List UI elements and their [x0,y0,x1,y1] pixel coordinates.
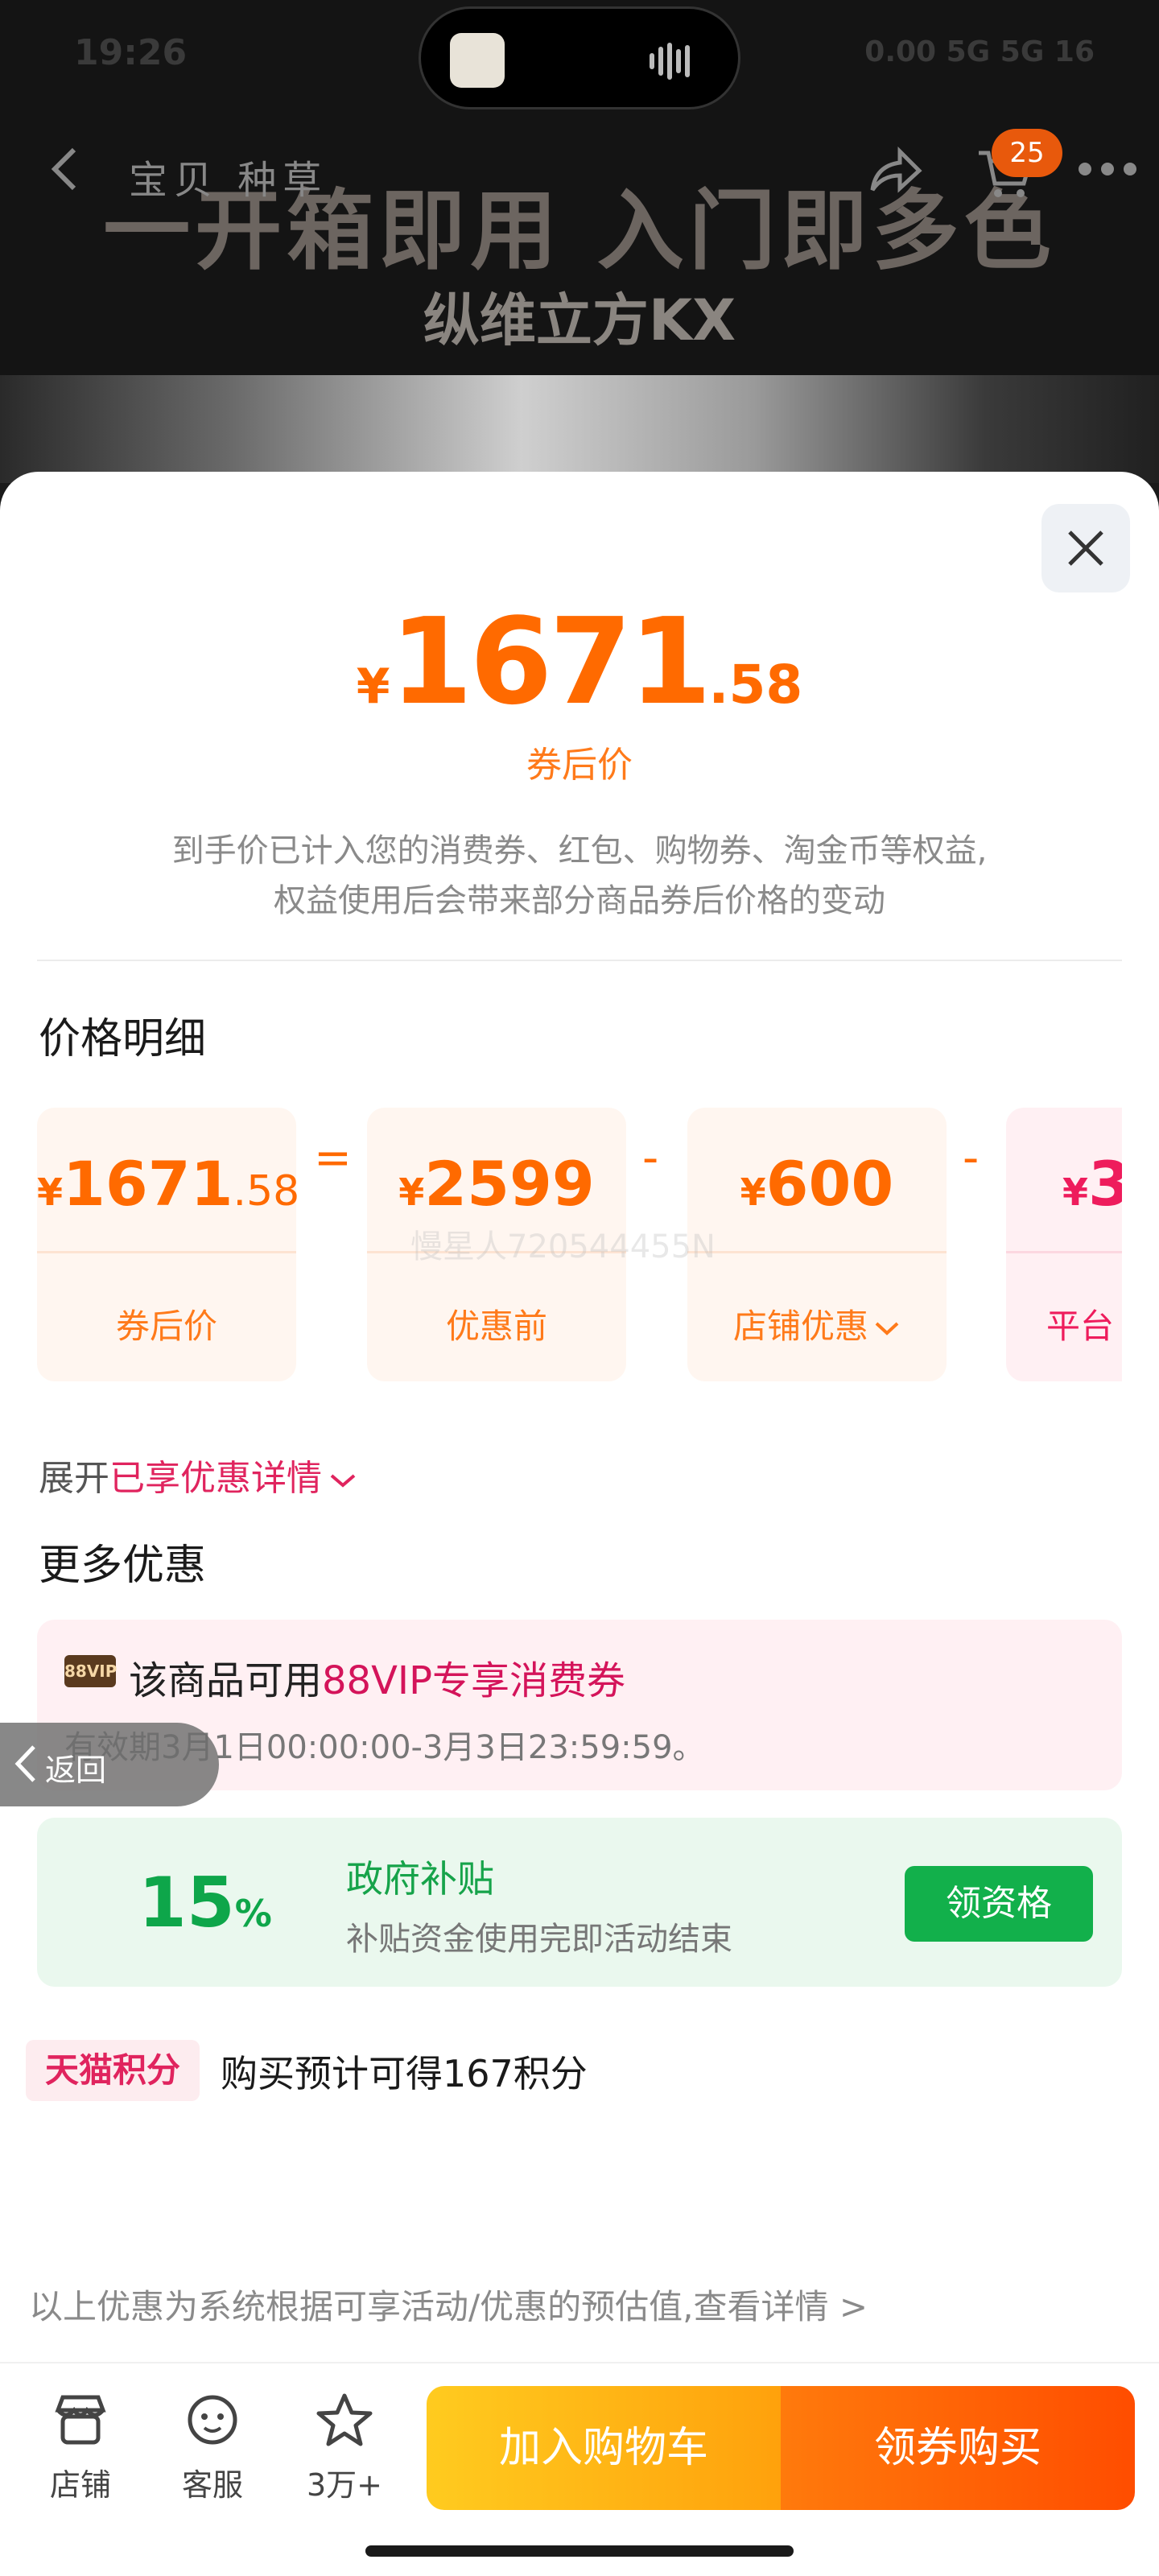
floating-back-label: 返回 [45,1752,107,1788]
card-currency: ¥ [1062,1170,1089,1214]
hero-currency: ¥ [356,658,390,715]
close-button[interactable] [1041,504,1130,592]
equals-operator: = [314,1132,352,1184]
service-icon [188,2395,237,2445]
hero-price-int: 1671 [390,592,711,731]
expand-discount-details[interactable]: 展开已享优惠详情 [39,1449,357,1501]
bottom-action-bar: 店铺 客服 3万+ 加入购物车 领券购买 [0,2362,1159,2576]
vip-text-prefix: 该商品可用 [129,1658,323,1703]
price-card-store-discount[interactable]: ¥600 店铺优惠 [687,1108,947,1381]
vip-badge: 88VIP [64,1655,117,1687]
hero-desc-line2: 权益使用后会带来部分商品券后价格的变动 [274,882,885,919]
close-icon [1068,530,1103,566]
watermark: 慢星人720544455N [410,1228,716,1265]
store-icon [55,2395,106,2445]
store-label: 店铺 [49,2467,111,2503]
card-label: 优惠前 [445,1307,547,1346]
star-icon [316,2393,373,2446]
floating-back-button[interactable]: 返回 [0,1723,219,1806]
card-value-int: 600 [765,1148,894,1220]
card-value-int: 2599 [424,1148,595,1220]
subsidy-percent-value: 15 [138,1863,235,1943]
nav-title[interactable]: 宝贝 种草 [129,148,328,204]
card-value-dec: .58 [233,1167,300,1216]
points-text: 购买预计可得167积分 [221,2052,588,2095]
store-button[interactable]: 店铺 [32,2391,129,2504]
service-label: 客服 [181,2467,243,2503]
more-icon[interactable] [1079,163,1151,179]
price-card-platform[interactable]: ¥3 平台 [1006,1108,1122,1381]
estimate-footnote-link[interactable]: 以上优惠为系统根据可享活动/优惠的预估值,查看详情 > [29,2280,868,2329]
hero-desc-line1: 到手价已计入您的消费券、红包、购物券、淘金币等权益, [171,832,988,869]
chevron-down-icon [875,1322,899,1335]
expand-prefix: 展开 [39,1458,109,1499]
subsidy-percent: 15% [138,1863,272,1943]
tmall-points-tag: 天猫积分 [26,2040,200,2101]
price-card-final: ¥1671.58 券后价 [37,1108,299,1381]
minus-operator: - [642,1132,659,1184]
add-to-cart-button[interactable]: 加入购物车 [427,2386,781,2510]
vip-text-highlight: 88VIP专享消费券 [322,1658,626,1703]
chevron-down-icon [330,1474,356,1488]
hero-price: ¥1671.58 [0,592,1159,731]
price-sheet: ¥1671.58 券后价 到手价已计入您的消费券、红包、购物券、淘金币等权益, … [0,472,1159,2576]
banner-subline: 纵维立方KX [423,287,736,353]
card-value-int: 3 [1088,1148,1122,1220]
card-currency: ¥ [37,1170,64,1214]
back-arrow-icon[interactable] [48,145,80,193]
status-indicators: 0.00 5G 5G 16 [864,35,1095,68]
claim-coupon-buy-button[interactable]: 领券购买 [781,2386,1135,2510]
gov-subsidy-card: 15% 政府补贴 补贴资金使用完即活动结束 领资格 [37,1818,1122,1987]
subsidy-percent-sign: % [234,1892,272,1935]
chevron-left-icon [14,1745,35,1782]
vip-text: 该商品可用88VIP专享消费券 [129,1649,625,1705]
claim-subsidy-button[interactable]: 领资格 [905,1866,1093,1942]
hero-label: 券后价 [526,745,633,786]
product-photo [0,375,1159,483]
home-indicator [365,2545,794,2557]
share-icon[interactable] [864,142,926,203]
cart-count-badge: 25 [992,129,1062,177]
hero-price-dec: .58 [708,654,803,716]
card-value-int: 1671 [63,1148,233,1220]
minus-operator: - [963,1132,980,1184]
customer-service-button[interactable]: 客服 [164,2391,261,2504]
favorite-count: 3万+ [306,2467,383,2503]
app-icon [450,33,505,88]
card-currency: ¥ [740,1170,766,1214]
favorite-button[interactable]: 3万+ [296,2391,393,2504]
hero-description: 到手价已计入您的消费券、红包、购物券、淘金币等权益, 权益使用后会带来部分商品券… [80,826,1079,926]
card-label: 券后价 [115,1307,217,1346]
more-offers-title: 更多优惠 [39,1542,207,1590]
card-currency: ¥ [398,1170,425,1214]
card-label: 平台 [1046,1307,1115,1346]
status-time: 19:26 [74,32,188,73]
card-label: 店铺优惠 [732,1307,868,1346]
expand-highlight: 已享优惠详情 [109,1458,322,1499]
subsidy-subtitle: 补贴资金使用完即活动结束 [346,1921,732,1958]
audio-wave-icon [650,43,706,80]
dynamic-island [419,6,740,109]
subsidy-title: 政府补贴 [346,1857,494,1901]
price-detail-title: 价格明细 [39,1015,207,1063]
divider [37,960,1122,961]
